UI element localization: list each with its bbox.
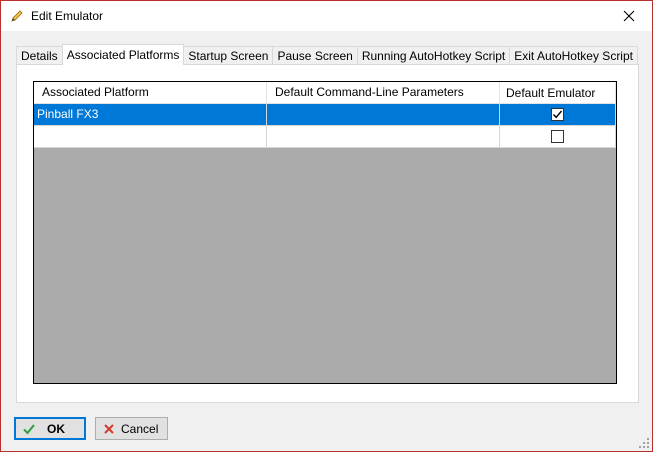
grid-header: Associated Platform Default Command-Line… [34,82,616,104]
window-title: Edit Emulator [31,9,104,23]
ok-button[interactable]: OK [14,417,86,440]
resize-grip-icon[interactable] [639,438,649,448]
table-row[interactable]: Pinball FX3 [34,104,616,126]
checkmark-icon [23,423,35,434]
default-emulator-cell[interactable] [500,126,616,148]
tab-pause-screen[interactable]: Pause Screen [272,46,358,65]
tab-running-autohotkey-script[interactable]: Running AutoHotkey Script [356,46,511,65]
tab-startup-screen[interactable]: Startup Screen [183,46,274,65]
edit-emulator-window: Edit Emulator Details Associated Platfor… [0,0,653,452]
params-cell[interactable] [267,126,500,148]
platform-cell[interactable] [34,126,267,148]
params-cell[interactable] [267,104,500,126]
checkmark-icon [552,110,563,119]
tab-details[interactable]: Details [16,46,63,65]
table-row[interactable] [34,126,616,148]
tab-exit-autohotkey-script[interactable]: Exit AutoHotkey Script [509,46,638,65]
ok-label: OK [47,421,65,436]
x-icon [104,423,114,434]
platform-cell[interactable]: Pinball FX3 [34,104,267,126]
tab-associated-platforms[interactable]: Associated Platforms [61,44,185,65]
close-button[interactable] [606,1,652,31]
close-icon [623,10,635,22]
column-header-params[interactable]: Default Command-Line Parameters [267,82,500,104]
default-emulator-checkbox[interactable] [551,108,564,121]
column-header-default-emulator[interactable]: Default Emulator [500,82,616,104]
tab-strip: Details Associated Platforms Startup Scr… [16,44,638,65]
title-bar[interactable]: Edit Emulator [1,1,652,31]
pencil-icon [11,10,23,22]
column-header-platform[interactable]: Associated Platform [34,82,267,104]
platforms-grid[interactable]: Associated Platform Default Command-Line… [33,81,617,384]
default-emulator-checkbox[interactable] [551,130,564,143]
cancel-label: Cancel [121,421,159,436]
default-emulator-cell[interactable] [500,104,616,126]
cancel-button[interactable]: Cancel [95,417,168,440]
